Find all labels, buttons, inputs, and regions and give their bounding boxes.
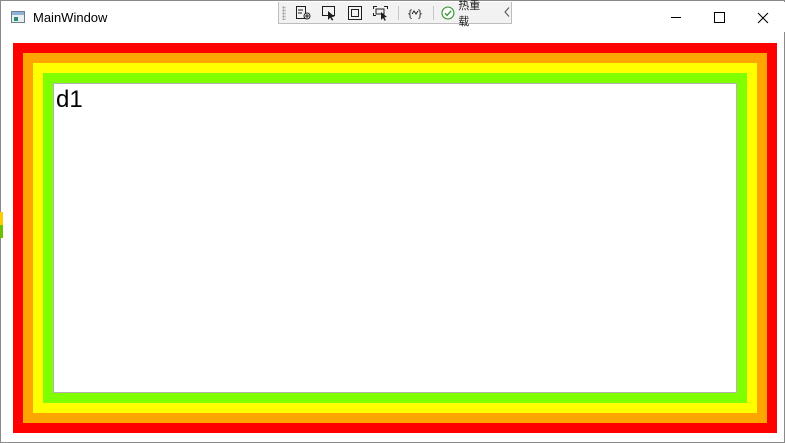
svg-text:}: } (417, 9, 423, 20)
select-element-icon (321, 5, 335, 21)
live-visual-tree-icon (295, 5, 311, 19)
toolbar-separator (398, 5, 400, 20)
track-focused-element-button[interactable] (370, 4, 392, 22)
select-element-button[interactable] (318, 4, 340, 22)
display-layout-adorners-icon (347, 5, 362, 20)
track-focused-element-icon (372, 5, 388, 21)
live-visual-tree-button[interactable] (292, 4, 314, 22)
toolbar-separator (433, 5, 435, 20)
content-panel: d1 (53, 83, 737, 393)
xaml-debug-toolbar: { } 热重载 (278, 0, 512, 28)
svg-text:{: { (407, 9, 413, 20)
chevron-left-icon (504, 7, 510, 17)
check-circle-icon (441, 5, 455, 20)
maximize-icon (713, 12, 725, 23)
main-window: MainWindow {} 热重载 d1 (0, 0, 785, 443)
hot-reload-status[interactable]: 热重载 (441, 0, 491, 29)
binding-failures-button[interactable]: { } (404, 4, 426, 22)
maximize-button[interactable] (696, 3, 742, 32)
minimize-button[interactable] (653, 3, 699, 32)
close-button[interactable] (740, 3, 785, 32)
display-layout-adorners-button[interactable] (344, 4, 366, 22)
window-title: MainWindow (33, 10, 108, 25)
minimize-icon (671, 17, 681, 18)
content-label: d1 (56, 86, 83, 113)
binding-failures-icon: { } (407, 9, 423, 20)
close-icon (757, 12, 769, 23)
hot-reload-label: 热重载 (458, 0, 481, 28)
collapse-toolbar-button[interactable] (503, 3, 511, 22)
background-window-edge (0, 212, 3, 238)
app-icon[interactable] (11, 11, 25, 23)
toolbar-grip[interactable] (282, 5, 286, 20)
